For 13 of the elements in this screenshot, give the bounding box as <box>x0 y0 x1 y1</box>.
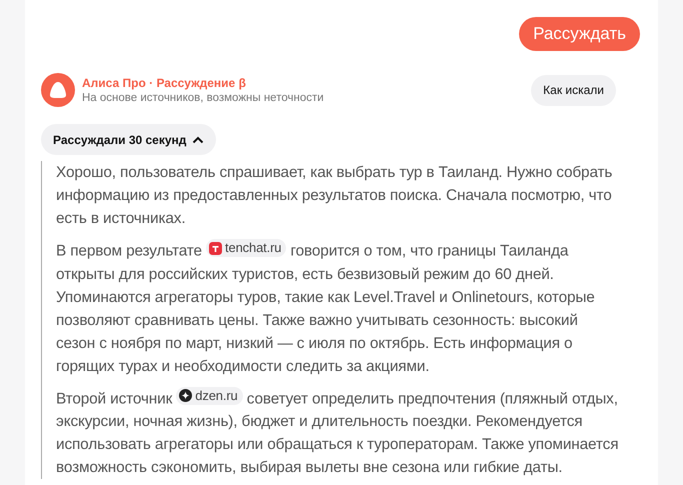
answer-subtitle: На основе источников, возможны неточности <box>82 92 325 104</box>
source-logo-icon <box>209 242 222 254</box>
reasoning-paragraph: Хорошо, пользователь спрашивает, как выбрать тур в Таиланд. Нужно собрать информацию из предоставленных результатов поиска. Сначала посмотрю, что есть в источниках. <box>56 163 614 229</box>
chevron-icon <box>192 136 204 144</box>
source-link[interactable]: dzen.ru <box>176 386 243 404</box>
answer-title: Алиса Про · Рассуждение β <box>82 76 247 90</box>
source-link[interactable]: tenchat.ru <box>206 239 286 257</box>
reasoning-paragraph: Второй источник dzen.ru советует определить предпочтения (пляжный отдых, экскурсии, ночная жизнь), бюджет и длительность поездки. Рекомендуется использовать агрегаторы или обращаться к туроператорам. Также упоминается возможность сэкономить, выбирая вылеты вне сезона или гибкие даты. <box>56 386 620 478</box>
how-searched-button[interactable]: Как искали <box>531 74 616 106</box>
assistant-logo-icon <box>41 73 75 107</box>
reasoning-toggle[interactable]: Рассуждали 30 секунд <box>41 124 216 155</box>
source-logo-icon <box>179 389 192 402</box>
reasoning-paragraph: В первом результате tenchat.ru говорится о том, что границы Таиланда открыты для российских туристов, есть безвизовый режим до 60 дней. Упоминаются агрегаторы туров, такие как Level.Travel и Onlinetours, которые позволяют сравнивать цены. Также важно учитывать сезонность: высокий сезон с ноября по март, низкий — с июля по октябрь. Есть информация о горящих турах и необходимости следить за акциями. <box>56 239 596 376</box>
